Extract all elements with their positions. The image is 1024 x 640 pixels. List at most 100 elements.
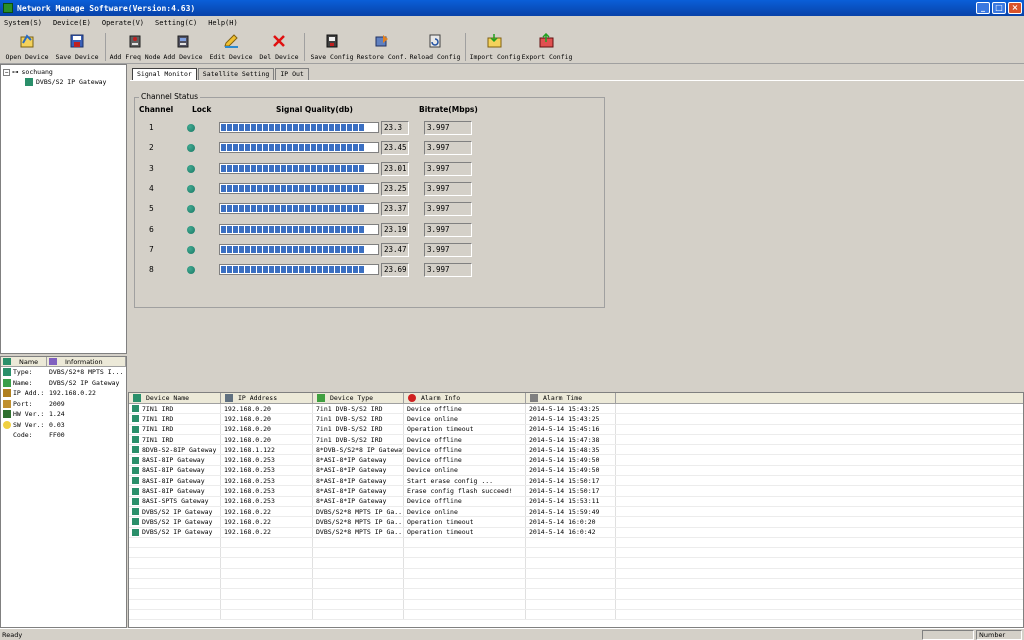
- save-device-icon: [68, 32, 86, 50]
- alarm-row[interactable]: 8ASI-8IP Gateway 192.168.0.253 8*ASI-8*IP …: [129, 465, 1023, 477]
- alarm-row[interactable]: 8ASI-SPTS Gateway 192.168.0.253 8*ASI-8*IP…: [129, 496, 1023, 507]
- alarm-row[interactable]: 8ASI-8IP Gateway 192.168.0.253 8*ASI-8*IP …: [129, 486, 1023, 497]
- status-cell-number: Number: [976, 629, 1022, 640]
- alarm-row[interactable]: DVBS/S2 IP Gateway 192.168.0.22 DVBS/S2*8 …: [129, 517, 1023, 528]
- menu-setting[interactable]: Setting(C): [155, 19, 197, 27]
- signal-quality-fill: [221, 225, 365, 233]
- ip-address-column-header[interactable]: IP Address: [221, 393, 313, 403]
- device-name-column-header[interactable]: Device Name: [129, 393, 221, 403]
- alarm-filler: [616, 404, 1023, 413]
- lock-indicator-icon: [187, 164, 195, 173]
- tab-ip-out[interactable]: IP Out: [275, 68, 309, 80]
- device-node-icon: [25, 78, 33, 86]
- ip-address-header-icon: [225, 394, 233, 402]
- alarm-time-column-header[interactable]: Alarm Time: [526, 393, 616, 403]
- tree-item-device[interactable]: DVBS/S2 IP Gateway: [3, 77, 124, 87]
- add-freq-node-button[interactable]: Add Freq Node: [109, 30, 161, 62]
- alarm-ip: 192.168.0.253: [221, 496, 313, 506]
- alarm-info: Device offline: [404, 496, 526, 506]
- reload-config-button[interactable]: Reload Config: [408, 30, 462, 62]
- channel-row: 7 23.47 3.997: [135, 242, 606, 260]
- signal-quality-fill: [221, 266, 365, 274]
- collapse-icon[interactable]: −: [3, 68, 10, 76]
- toolbar-separator: [465, 33, 466, 61]
- alarm-ip: 192.168.0.253: [221, 486, 313, 496]
- add-device-button[interactable]: Add Device: [161, 30, 205, 62]
- bitrate-value: 3.997: [424, 242, 472, 257]
- device-type-header-icon: [317, 394, 325, 402]
- alarm-row[interactable]: 7IN1 IRD 192.168.0.20 7in1 DVB-S/S2 IRD Dev…: [129, 434, 1023, 446]
- del-device-button[interactable]: Del Device: [257, 30, 301, 62]
- alarm-row[interactable]: 7IN1 IRD 192.168.0.20 7in1 DVB-S/S2 IRD Dev…: [129, 404, 1023, 415]
- open-device-button[interactable]: Open Device: [2, 30, 52, 62]
- alarm-row[interactable]: DVBS/S2 IP Gateway 192.168.0.22 DVBS/S2*8 …: [129, 506, 1023, 518]
- alarm-device-name: 7IN1 IRD: [129, 414, 221, 424]
- alarm-device-name: 7IN1 IRD: [129, 434, 221, 445]
- menu-operate[interactable]: Operate(V): [102, 19, 144, 27]
- menu-system[interactable]: System(S): [4, 19, 42, 27]
- signal-quality-bar: [219, 243, 379, 255]
- alarm-ip: 192.168.0.20: [221, 404, 313, 414]
- alarm-filler: [616, 435, 1023, 444]
- save-config-button[interactable]: Save Config: [308, 30, 356, 62]
- alarm-time: 2014-5-14 15:43:25: [526, 414, 616, 424]
- lock-indicator-icon: [187, 124, 195, 132]
- device-row-icon: [132, 497, 139, 505]
- tree-root[interactable]: − ⊶ sochuang: [3, 67, 124, 77]
- alarm-row[interactable]: 8ASI-8IP Gateway 192.168.0.253 8*ASI-8*IP …: [129, 476, 1023, 487]
- info-header-name[interactable]: Name: [1, 357, 47, 366]
- restore-config-button[interactable]: Restore Conf.: [356, 30, 408, 62]
- code-icon: [3, 431, 11, 439]
- tab-satellite-setting[interactable]: Satellite Setting: [197, 68, 275, 80]
- alarm-device-type: 8*ASI-8*IP Gateway: [313, 465, 404, 476]
- type-icon: [3, 368, 11, 377]
- device-tree[interactable]: − ⊶ sochuang DVBS/S2 IP Gateway: [0, 64, 127, 354]
- alarm-row[interactable]: 7IN1 IRD 192.168.0.20 7in1 DVB-S/S2 IRD Ope…: [129, 424, 1023, 435]
- import-config-icon: [486, 32, 504, 50]
- info-row-code: Code: FF00: [1, 430, 126, 441]
- signal-monitor-panel: Channel Status Channel Lock Signal Quali…: [130, 80, 1024, 390]
- bitrate-value: 3.997: [424, 263, 472, 278]
- export-config-button[interactable]: Export Config: [521, 30, 573, 62]
- alarm-time: 2014-5-14 15:45:16: [526, 424, 616, 434]
- software-icon: [3, 420, 11, 429]
- bitrate-value: 3.997: [424, 161, 472, 176]
- alarm-time: 2014-5-14 16:0:42: [526, 527, 616, 537]
- channel-row: 8 23.69 3.997: [135, 262, 606, 280]
- signal-quality-fill: [221, 124, 365, 131]
- channel-row: 5 23.37 3.997: [135, 201, 606, 219]
- alarm-info: Device online: [404, 506, 526, 517]
- device-type-column-header[interactable]: Device Type: [313, 393, 404, 403]
- edit-device-button[interactable]: Edit Device: [205, 30, 257, 62]
- alarm-device-type: DVBS/S2*8 MPTS IP Ga...: [313, 517, 404, 527]
- maximize-button[interactable]: □: [992, 2, 1006, 14]
- minimize-button[interactable]: _: [976, 2, 990, 14]
- signal-quality-bar: [219, 122, 379, 133]
- alarm-device-name: 8DVB-S2-8IP Gateway: [129, 445, 221, 455]
- alarm-info-column-header[interactable]: Alarm Info: [404, 393, 526, 403]
- alarm-info: Device offline: [404, 445, 526, 455]
- empty-row: [129, 568, 1023, 580]
- alarm-row[interactable]: DVBS/S2 IP Gateway 192.168.0.22 DVBS/S2*8 …: [129, 527, 1023, 538]
- alarm-row[interactable]: 7IN1 IRD 192.168.0.20 7in1 DVB-S/S2 IRD Dev…: [129, 414, 1023, 425]
- channel-status-title: Channel Status: [139, 92, 201, 101]
- alarm-filler: [616, 466, 1023, 475]
- alarm-row[interactable]: 8DVB-S2-8IP Gateway 192.168.1.122 8*DVB-S/…: [129, 445, 1023, 456]
- alarm-time: 2014-5-14 15:49:50: [526, 465, 616, 476]
- save-device-button[interactable]: Save Device: [52, 30, 102, 62]
- info-header-information[interactable]: Information: [47, 357, 126, 366]
- close-button[interactable]: ×: [1008, 2, 1022, 14]
- add-device-icon: [174, 32, 192, 50]
- device-row-icon: [132, 425, 139, 433]
- alarm-row[interactable]: 8ASI-8IP Gateway 192.168.0.253 8*ASI-8*IP …: [129, 455, 1023, 466]
- alarm-list[interactable]: Device Name IP Address Device Type Alarm…: [128, 392, 1024, 628]
- device-info-panel: Name Information Type: DVBS/S2*8 MPTS I..…: [0, 356, 127, 628]
- menu-device[interactable]: Device(E): [53, 19, 91, 27]
- import-config-button[interactable]: Import Config: [469, 30, 521, 62]
- menu-help[interactable]: Help(H): [208, 19, 238, 27]
- channel-row: 1 23.3 3.997: [135, 120, 606, 138]
- alarm-info: Device offline: [404, 455, 526, 465]
- signal-quality-fill: [221, 205, 365, 213]
- channel-header: Channel: [139, 105, 174, 114]
- tab-signal-monitor[interactable]: Signal Monitor: [132, 68, 197, 80]
